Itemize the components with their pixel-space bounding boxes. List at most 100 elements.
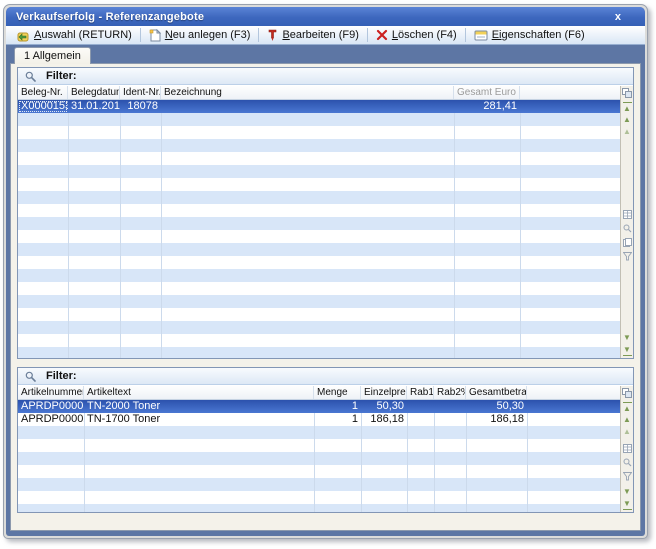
cell-artikeltext[interactable]: TN-1700 Toner <box>84 413 314 426</box>
offers-selected-row[interactable]: X0000153 31.01.2011 /Mo 18078 281,41 <box>18 100 620 113</box>
column-divider <box>120 100 121 358</box>
cell-belegdatum[interactable]: 31.01.2011 /Mo <box>68 100 120 113</box>
cell-gesamtbetrag[interactable]: 186,18 <box>466 413 527 426</box>
scroll-to-top-icon[interactable]: ▲ <box>623 102 632 114</box>
cell-gesamt-euro[interactable]: 281,41 <box>454 100 520 113</box>
bearbeiten-label: Bearbeiten (F9) <box>282 29 358 41</box>
positions-filter-label: Filter: <box>46 370 77 382</box>
positions-row[interactable]: APRDP00002 TN-1700 Toner 1 186,18 186,18 <box>18 413 620 426</box>
col-header-gesamt-euro[interactable]: Gesamt Euro <box>454 86 520 99</box>
offers-grid: Filter: Beleg-Nr. Belegdatum Ident-Nr. B… <box>17 67 634 359</box>
column-divider <box>161 100 162 358</box>
grid-view-icon[interactable] <box>621 207 633 221</box>
toolbar-separator <box>258 28 259 42</box>
filter-funnel-icon[interactable] <box>621 249 633 263</box>
cell-beleg-nr[interactable]: X0000153 <box>18 100 68 113</box>
content-panel: Filter: Beleg-Nr. Belegdatum Ident-Nr. B… <box>10 63 641 531</box>
search-icon[interactable] <box>25 371 36 382</box>
window-title: Verkaufserfolg - Referenzangebote <box>16 11 607 23</box>
bearbeiten-button[interactable]: Bearbeiten (F9) <box>260 26 365 44</box>
grid-view-icon[interactable] <box>621 441 633 455</box>
cell-menge[interactable]: 1 <box>314 400 361 413</box>
toolbar-separator <box>465 28 466 42</box>
scroll-to-bottom-icon[interactable]: ▼ <box>623 498 632 510</box>
search-row-icon[interactable] <box>621 455 633 469</box>
positions-selected-row[interactable]: APRDP00001 TN-2000 Toner 1 50,30 50,30 <box>18 400 620 413</box>
cell-menge[interactable]: 1 <box>314 413 361 426</box>
cell-artikelnummer[interactable]: APRDP00001 <box>18 400 84 413</box>
page-up-icon[interactable]: ▲ <box>621 426 633 438</box>
column-divider <box>454 100 455 358</box>
filter-funnel-icon[interactable] <box>621 469 633 483</box>
cell-empty <box>527 400 620 413</box>
col-header-empty <box>527 386 620 399</box>
offers-filter-bar: Filter: <box>18 68 633 85</box>
delete-x-icon <box>376 29 388 41</box>
col-header-rab2[interactable]: Rab2% <box>434 386 466 399</box>
cell-rab1[interactable] <box>407 400 434 413</box>
select-return-icon <box>16 29 30 42</box>
scroll-down-icon[interactable]: ▼ <box>621 332 633 344</box>
col-header-artikelnummer[interactable]: Artikelnummer <box>18 386 84 399</box>
column-divider <box>68 100 69 358</box>
column-chooser-icon[interactable] <box>621 386 633 400</box>
positions-grid: Filter: Artikelnummer Artikeltext Menge … <box>17 367 634 513</box>
scroll-down-icon[interactable]: ▼ <box>621 486 633 498</box>
col-header-ident-nr[interactable]: Ident-Nr. <box>120 86 161 99</box>
search-row-icon[interactable] <box>621 221 633 235</box>
auswahl-button[interactable]: Auswahl (RETURN) <box>9 26 139 44</box>
cell-rab2[interactable] <box>434 413 466 426</box>
col-header-einzelpreis[interactable]: Einzelpreis <box>361 386 407 399</box>
cell-bezeichnung[interactable] <box>161 100 454 113</box>
new-document-icon <box>149 29 161 42</box>
column-chooser-icon[interactable] <box>621 86 633 100</box>
scroll-up-icon[interactable]: ▲ <box>621 414 633 426</box>
close-icon[interactable]: x <box>607 11 629 23</box>
toolbar-separator <box>140 28 141 42</box>
properties-icon <box>474 29 488 42</box>
positions-body[interactable]: APRDP00001 TN-2000 Toner 1 50,30 50,30 A… <box>18 400 620 512</box>
eigenschaften-label: Eigenschaften (F6) <box>492 29 585 41</box>
cell-rab1[interactable] <box>407 413 434 426</box>
window-body: 1 Allgemein Filter: Beleg-Nr. Belegdatum… <box>6 45 645 536</box>
edit-pen-icon <box>267 29 278 42</box>
col-header-gesamtbetrag[interactable]: Gesamtbetrag <box>466 386 527 399</box>
loeschen-button[interactable]: Löschen (F4) <box>369 26 464 44</box>
positions-side-strip: ▲ ▲ ▲ ▼ ▼ <box>620 386 633 512</box>
positions-filter-bar: Filter: <box>18 368 633 385</box>
col-header-artikeltext[interactable]: Artikeltext <box>84 386 314 399</box>
auswahl-label: Auswahl (RETURN) <box>34 29 132 41</box>
col-header-empty <box>520 86 620 99</box>
cell-einzelpreis[interactable]: 50,30 <box>361 400 407 413</box>
search-icon[interactable] <box>25 71 36 82</box>
toolbar-separator <box>367 28 368 42</box>
positions-header-row: Artikelnummer Artikeltext Menge Einzelpr… <box>18 386 620 400</box>
scroll-up-icon[interactable]: ▲ <box>621 114 633 126</box>
col-header-rab1[interactable]: Rab1% <box>407 386 434 399</box>
scroll-to-top-icon[interactable]: ▲ <box>623 402 632 414</box>
scroll-to-bottom-icon[interactable]: ▼ <box>623 344 632 356</box>
cell-gesamtbetrag[interactable]: 50,30 <box>466 400 527 413</box>
neu-anlegen-button[interactable]: Neu anlegen (F3) <box>142 26 258 44</box>
page-up-icon[interactable]: ▲ <box>621 126 633 138</box>
cell-ident-nr[interactable]: 18078 <box>120 100 161 113</box>
cell-artikeltext[interactable]: TN-2000 Toner <box>84 400 314 413</box>
window-frame: Verkaufserfolg - Referenzangebote x Ausw… <box>6 7 645 536</box>
pages-icon[interactable] <box>621 235 633 249</box>
col-header-belegdatum[interactable]: Belegdatum <box>68 86 120 99</box>
toolbar: Auswahl (RETURN) Neu anlegen (F3) Bearbe… <box>6 26 645 45</box>
cell-einzelpreis[interactable]: 186,18 <box>361 413 407 426</box>
eigenschaften-button[interactable]: Eigenschaften (F6) <box>467 26 592 44</box>
cell-rab2[interactable] <box>434 400 466 413</box>
offers-side-strip: ▲ ▲ ▲ ▼ <box>620 86 633 358</box>
loeschen-label: Löschen (F4) <box>392 29 457 41</box>
offers-body[interactable]: X0000153 31.01.2011 /Mo 18078 281,41 <box>18 100 620 358</box>
cell-artikelnummer[interactable]: APRDP00002 <box>18 413 84 426</box>
column-divider <box>520 100 521 358</box>
title-bar[interactable]: Verkaufserfolg - Referenzangebote x <box>6 7 645 26</box>
tab-row: 1 Allgemein <box>14 47 91 64</box>
tab-allgemein[interactable]: 1 Allgemein <box>14 47 91 64</box>
col-header-bezeichnung[interactable]: Bezeichnung <box>161 86 454 99</box>
col-header-menge[interactable]: Menge <box>314 386 361 399</box>
col-header-beleg-nr[interactable]: Beleg-Nr. <box>18 86 68 99</box>
